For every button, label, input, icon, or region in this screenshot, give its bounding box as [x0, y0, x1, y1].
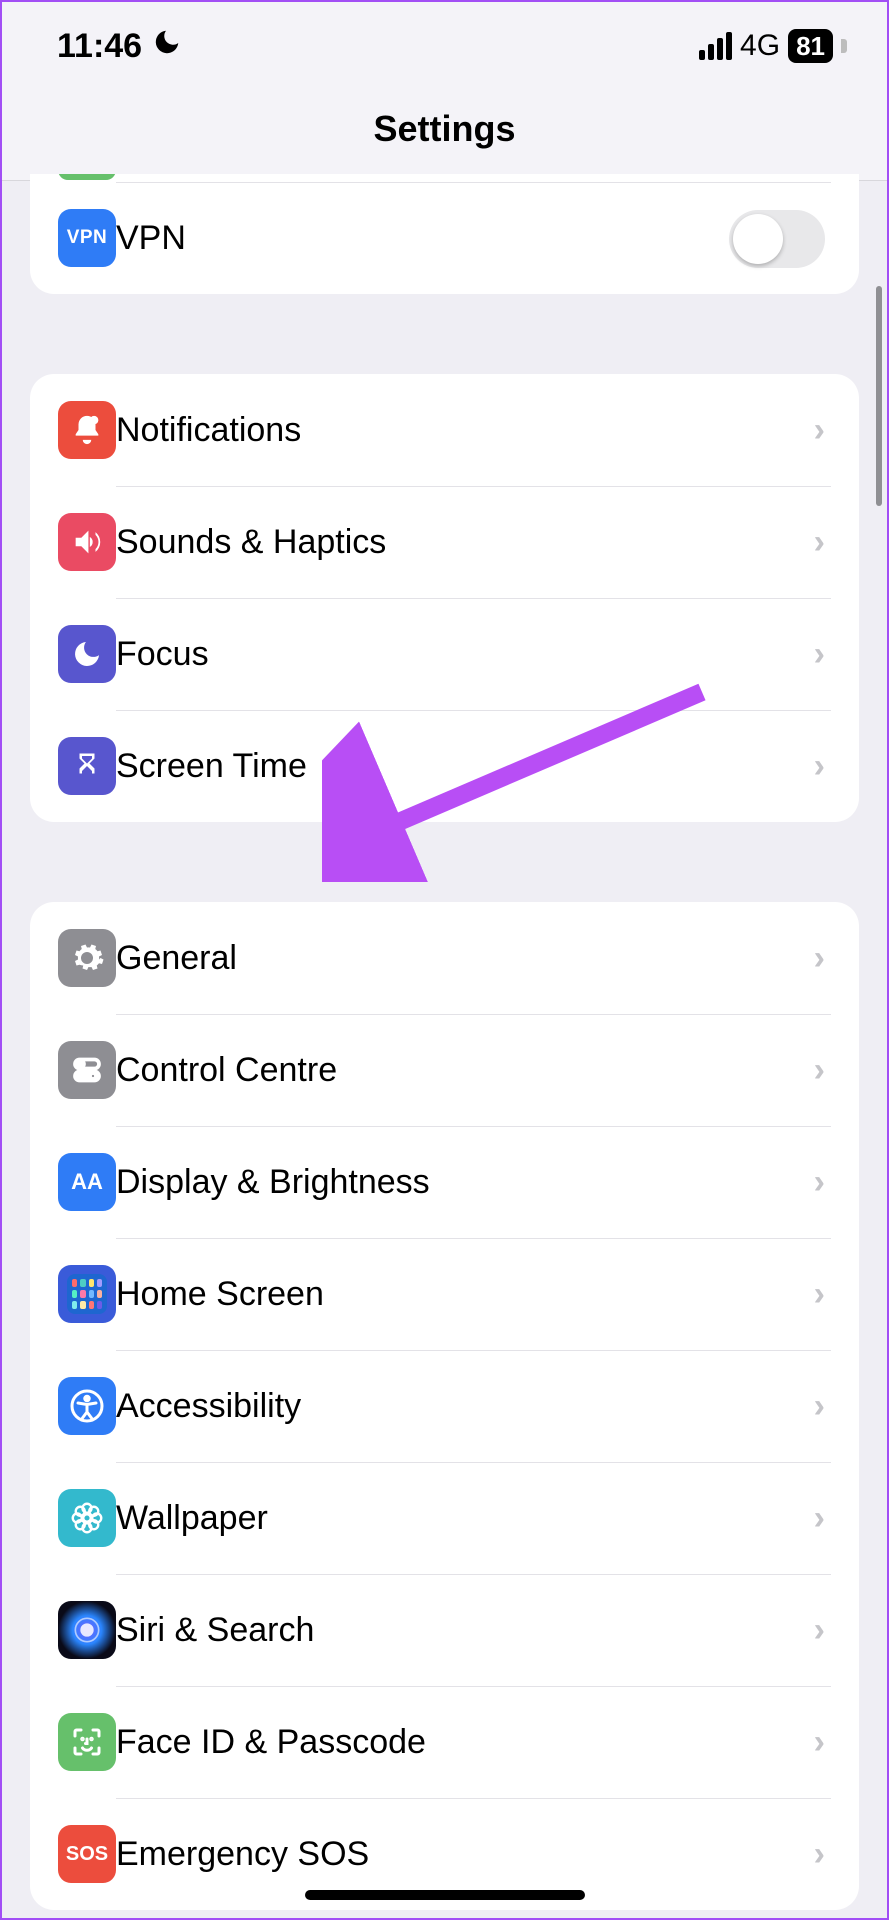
row-label: Accessibility	[116, 1387, 790, 1426]
home-indicator[interactable]	[305, 1890, 585, 1900]
chevron-right-icon: ›	[814, 1723, 825, 1762]
status-left: 11:46	[57, 27, 182, 66]
row-display[interactable]: AA Display & Brightness ›	[30, 1126, 859, 1238]
battery-value: 81	[796, 31, 825, 62]
row-notifications[interactable]: Notifications ›	[30, 374, 859, 486]
siri-icon	[58, 1601, 116, 1659]
chevron-right-icon: ›	[814, 1051, 825, 1090]
row-prev-hidden	[30, 174, 859, 182]
hourglass-icon	[58, 737, 116, 795]
text-size-icon: AA	[58, 1153, 116, 1211]
row-wallpaper[interactable]: Wallpaper ›	[30, 1462, 859, 1574]
status-time: 11:46	[57, 27, 142, 66]
flower-icon	[58, 1489, 116, 1547]
toggles-icon	[58, 1041, 116, 1099]
row-label: Siri & Search	[116, 1611, 790, 1650]
chevron-right-icon: ›	[814, 747, 825, 786]
accessibility-icon	[58, 1377, 116, 1435]
status-bar: 11:46 4G 81	[2, 2, 887, 90]
gear-icon	[58, 929, 116, 987]
chevron-right-icon: ›	[814, 411, 825, 450]
row-label: Sounds & Haptics	[116, 523, 790, 562]
row-label: General	[116, 939, 790, 978]
row-label: Face ID & Passcode	[116, 1723, 790, 1762]
row-label: Focus	[116, 635, 790, 674]
row-label: Display & Brightness	[116, 1163, 790, 1202]
row-general[interactable]: General ›	[30, 902, 859, 1014]
group-general: General › Control Centre › AA Display &	[30, 902, 859, 1910]
row-label: Home Screen	[116, 1275, 790, 1314]
row-screen-time[interactable]: Screen Time ›	[30, 710, 859, 822]
chevron-right-icon: ›	[814, 1499, 825, 1538]
moon-icon	[152, 27, 182, 66]
settings-scroll[interactable]: VPN VPN Notifications ›	[2, 174, 887, 1918]
row-home-screen[interactable]: Home Screen ›	[30, 1238, 859, 1350]
scrollbar[interactable]	[876, 286, 882, 506]
row-label: Wallpaper	[116, 1499, 790, 1538]
status-right: 4G 81	[699, 29, 847, 63]
speaker-icon	[58, 513, 116, 571]
row-focus[interactable]: Focus ›	[30, 598, 859, 710]
device-frame: 11:46 4G 81 Settings	[0, 0, 889, 1920]
chevron-right-icon: ›	[814, 1387, 825, 1426]
row-label: Notifications	[116, 411, 790, 450]
chevron-right-icon: ›	[814, 1163, 825, 1202]
sos-icon: SOS	[58, 1825, 116, 1883]
faceid-icon	[58, 1713, 116, 1771]
battery-cap-icon	[841, 39, 847, 53]
prev-icon-fragment	[58, 174, 116, 180]
row-sounds[interactable]: Sounds & Haptics ›	[30, 486, 859, 598]
page-title: Settings	[2, 90, 887, 180]
row-label: Control Centre	[116, 1051, 790, 1090]
row-siri[interactable]: Siri & Search ›	[30, 1574, 859, 1686]
moon-icon	[58, 625, 116, 683]
row-label: VPN	[116, 219, 705, 258]
chevron-right-icon: ›	[814, 635, 825, 674]
signal-icon	[699, 32, 732, 60]
vpn-toggle[interactable]	[729, 210, 825, 268]
chevron-right-icon: ›	[814, 1835, 825, 1874]
chevron-right-icon: ›	[814, 1275, 825, 1314]
row-accessibility[interactable]: Accessibility ›	[30, 1350, 859, 1462]
chevron-right-icon: ›	[814, 1611, 825, 1650]
chevron-right-icon: ›	[814, 939, 825, 978]
row-label: Screen Time	[116, 747, 790, 786]
row-label: Emergency SOS	[116, 1835, 790, 1874]
header: 11:46 4G 81 Settings	[2, 2, 887, 181]
row-faceid[interactable]: Face ID & Passcode ›	[30, 1686, 859, 1798]
row-control-centre[interactable]: Control Centre ›	[30, 1014, 859, 1126]
row-vpn[interactable]: VPN VPN	[30, 182, 859, 294]
vpn-icon: VPN	[58, 209, 116, 267]
chevron-right-icon: ›	[814, 523, 825, 562]
home-screen-icon	[58, 1265, 116, 1323]
group-connectivity: VPN VPN	[30, 174, 859, 294]
battery-pill: 81	[788, 29, 833, 63]
network-label: 4G	[740, 29, 780, 63]
bell-icon	[58, 401, 116, 459]
group-notifications: Notifications › Sounds & Haptics › Foc	[30, 374, 859, 822]
